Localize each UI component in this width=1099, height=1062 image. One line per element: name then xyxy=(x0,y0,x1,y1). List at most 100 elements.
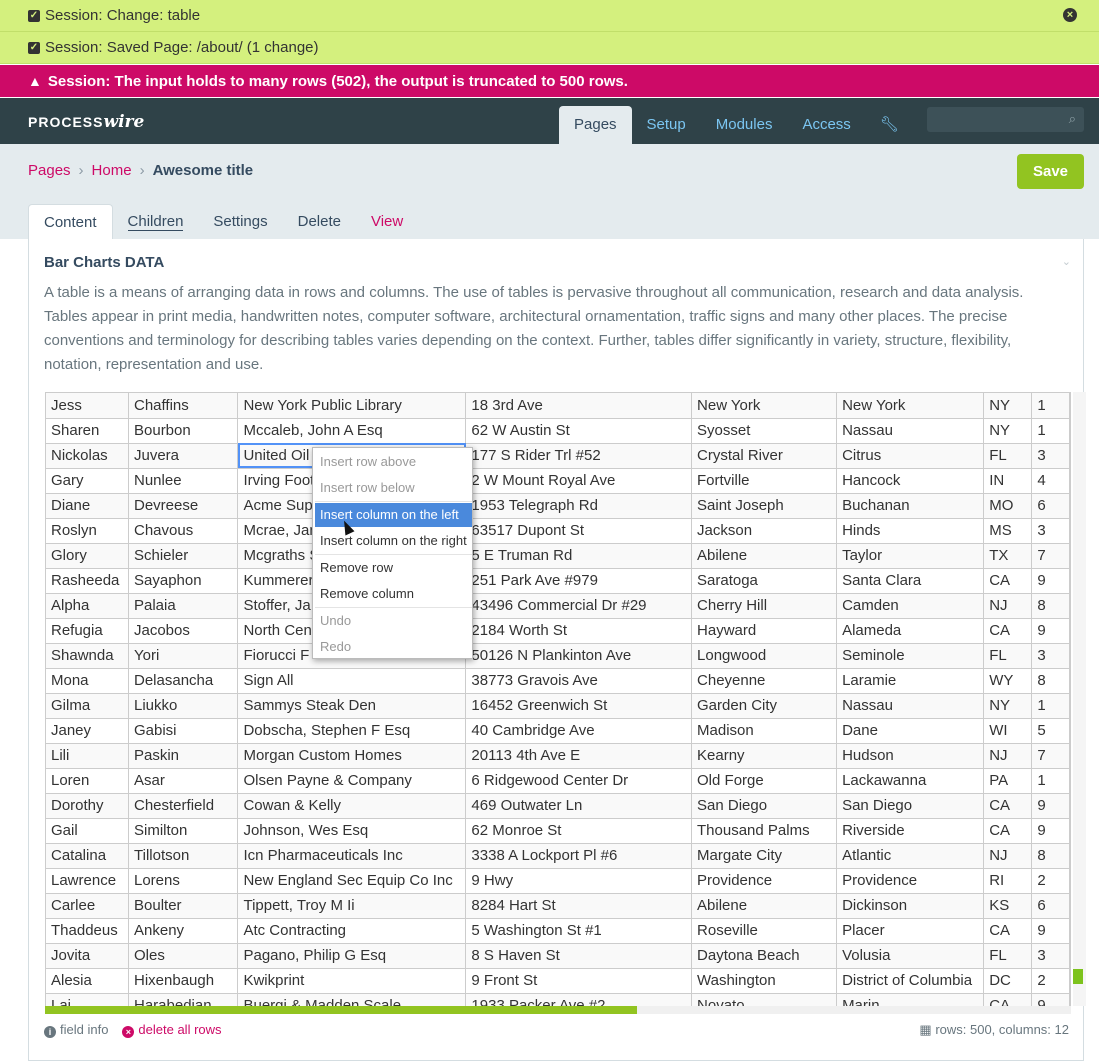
table-cell[interactable]: Refugia xyxy=(46,618,129,644)
table-cell[interactable]: Madison xyxy=(691,718,838,744)
table-cell[interactable]: CA xyxy=(983,918,1033,944)
tab-children[interactable]: Children xyxy=(113,204,199,239)
table-cell[interactable]: 6 Ridgewood Center Dr xyxy=(465,768,693,794)
table-cell[interactable]: 251 Park Ave #979 xyxy=(465,568,693,594)
table-cell[interactable]: Cherry Hill xyxy=(691,593,838,619)
tab-delete[interactable]: Delete xyxy=(283,204,356,239)
table-cell[interactable]: Nunlee xyxy=(128,468,239,494)
table-cell[interactable]: Fortville xyxy=(691,468,838,494)
table-cell[interactable]: CA xyxy=(983,818,1033,844)
table-cell[interactable]: Catalina xyxy=(46,843,129,869)
table-cell[interactable]: 43496 Commercial Dr #29 xyxy=(465,593,693,619)
table-cell[interactable]: WY xyxy=(983,668,1033,694)
table-cell[interactable]: Laramie xyxy=(836,668,985,694)
table-cell[interactable]: 2 xyxy=(1031,968,1070,994)
table-cell[interactable]: Lili xyxy=(46,743,129,769)
table-cell[interactable]: Juvera xyxy=(128,443,239,469)
table-cell[interactable]: NY xyxy=(983,693,1033,719)
table-cell[interactable]: Lai xyxy=(46,993,129,1006)
table-cell[interactable]: 2 W Mount Royal Ave xyxy=(465,468,693,494)
field-label[interactable]: Bar Charts DATA xyxy=(44,254,164,271)
table-cell[interactable]: 177 S Rider Trl #52 xyxy=(465,443,693,469)
table-cell[interactable]: 3 xyxy=(1031,443,1070,469)
delete-all-rows-link[interactable]: × delete all rows xyxy=(122,1022,222,1038)
table-cell[interactable]: Providence xyxy=(836,868,985,894)
table-cell[interactable]: Marin xyxy=(836,993,985,1006)
table-cell[interactable]: Sayaphon xyxy=(128,568,239,594)
table-cell[interactable]: San Diego xyxy=(836,793,985,819)
table-cell[interactable]: Crystal River xyxy=(691,443,838,469)
table-cell[interactable]: Alesia xyxy=(46,968,129,994)
table-cell[interactable]: Providence xyxy=(691,868,838,894)
table-cell[interactable]: Nassau xyxy=(836,418,985,444)
menu-remove-row[interactable]: Remove row xyxy=(315,556,472,580)
table-cell[interactable]: 469 Outwater Ln xyxy=(465,793,693,819)
table-cell[interactable]: Palaia xyxy=(128,593,239,619)
table-cell[interactable]: Lorens xyxy=(128,868,239,894)
table-cell[interactable]: NJ xyxy=(983,593,1033,619)
table-cell[interactable]: Saint Joseph xyxy=(691,493,838,519)
processwire-logo[interactable]: PROCESSwire xyxy=(28,112,144,132)
table-cell[interactable]: Liukko xyxy=(128,693,239,719)
table-cell[interactable]: New England Sec Equip Co Inc xyxy=(237,868,467,894)
table-cell[interactable]: Chavous xyxy=(128,518,239,544)
nav-modules[interactable]: Modules xyxy=(701,106,788,144)
data-grid[interactable]: Jess Chaffins New York Public Library 18 3r… xyxy=(45,392,1071,1006)
table-cell[interactable]: Lawrence xyxy=(46,868,129,894)
horizontal-scroll-thumb[interactable] xyxy=(45,1006,637,1014)
table-cell[interactable]: Buchanan xyxy=(836,493,985,519)
collapse-icon[interactable]: ⌄ xyxy=(1062,255,1071,268)
table-cell[interactable]: 1 xyxy=(1031,393,1070,419)
table-cell[interactable]: Abilene xyxy=(691,543,838,569)
table-cell[interactable]: Daytona Beach xyxy=(691,943,838,969)
table-cell[interactable]: 8 S Haven St xyxy=(465,943,693,969)
table-cell[interactable]: Paskin xyxy=(128,743,239,769)
table-cell[interactable]: CA xyxy=(983,618,1033,644)
table-cell[interactable]: Nassau xyxy=(836,693,985,719)
breadcrumb-pages[interactable]: Pages xyxy=(28,162,71,179)
menu-insert-column-right[interactable]: Insert column on the right xyxy=(315,529,472,553)
table-cell[interactable]: Asar xyxy=(128,768,239,794)
table-cell[interactable]: Jackson xyxy=(691,518,838,544)
table-cell[interactable]: Tippett, Troy M Ii xyxy=(237,893,467,919)
table-cell[interactable]: MO xyxy=(983,493,1033,519)
breadcrumb-home[interactable]: Home xyxy=(92,162,132,179)
table-cell[interactable]: 18 3rd Ave xyxy=(465,393,693,419)
table-cell[interactable]: Camden xyxy=(836,593,985,619)
table-cell[interactable]: Seminole xyxy=(836,643,985,669)
nav-setup[interactable]: Setup xyxy=(632,106,701,144)
table-cell[interactable]: 1 xyxy=(1031,768,1070,794)
table-cell[interactable]: KS xyxy=(983,893,1033,919)
table-cell[interactable]: 8 xyxy=(1031,843,1070,869)
table-cell[interactable]: 9 xyxy=(1031,918,1070,944)
table-cell[interactable]: 9 xyxy=(1031,618,1070,644)
table-cell[interactable]: 63517 Dupont St xyxy=(465,518,693,544)
table-cell[interactable]: Glory xyxy=(46,543,129,569)
table-cell[interactable]: Saratoga xyxy=(691,568,838,594)
menu-insert-row-above[interactable]: Insert row above xyxy=(315,450,472,474)
table-cell[interactable]: 1933 Packer Ave #2 xyxy=(465,993,693,1006)
table-cell[interactable]: MS xyxy=(983,518,1033,544)
table-cell[interactable]: 9 xyxy=(1031,568,1070,594)
table-cell[interactable]: 5 xyxy=(1031,718,1070,744)
table-cell[interactable]: Syosset xyxy=(691,418,838,444)
table-cell[interactable]: 9 xyxy=(1031,993,1070,1006)
table-cell[interactable]: Ankeny xyxy=(128,918,239,944)
table-cell[interactable]: Hixenbaugh xyxy=(128,968,239,994)
table-cell[interactable]: 1 xyxy=(1031,693,1070,719)
table-cell[interactable]: Sign All xyxy=(237,668,467,694)
table-cell[interactable]: Bourbon xyxy=(128,418,239,444)
table-cell[interactable]: Thousand Palms xyxy=(691,818,838,844)
table-cell[interactable]: 2184 Worth St xyxy=(465,618,693,644)
table-cell[interactable]: 9 xyxy=(1031,793,1070,819)
menu-insert-row-below[interactable]: Insert row below xyxy=(315,476,472,500)
table-cell[interactable]: Taylor xyxy=(836,543,985,569)
table-cell[interactable]: New York xyxy=(691,393,838,419)
table-cell[interactable]: Chaffins xyxy=(128,393,239,419)
search-input[interactable]: ⌕ xyxy=(927,107,1084,132)
table-cell[interactable]: CA xyxy=(983,793,1033,819)
table-cell[interactable]: Jess xyxy=(46,393,129,419)
table-cell[interactable]: Olsen Payne & Company xyxy=(237,768,467,794)
table-cell[interactable]: Sammys Steak Den xyxy=(237,693,467,719)
table-cell[interactable]: 50126 N Plankinton Ave xyxy=(465,643,693,669)
